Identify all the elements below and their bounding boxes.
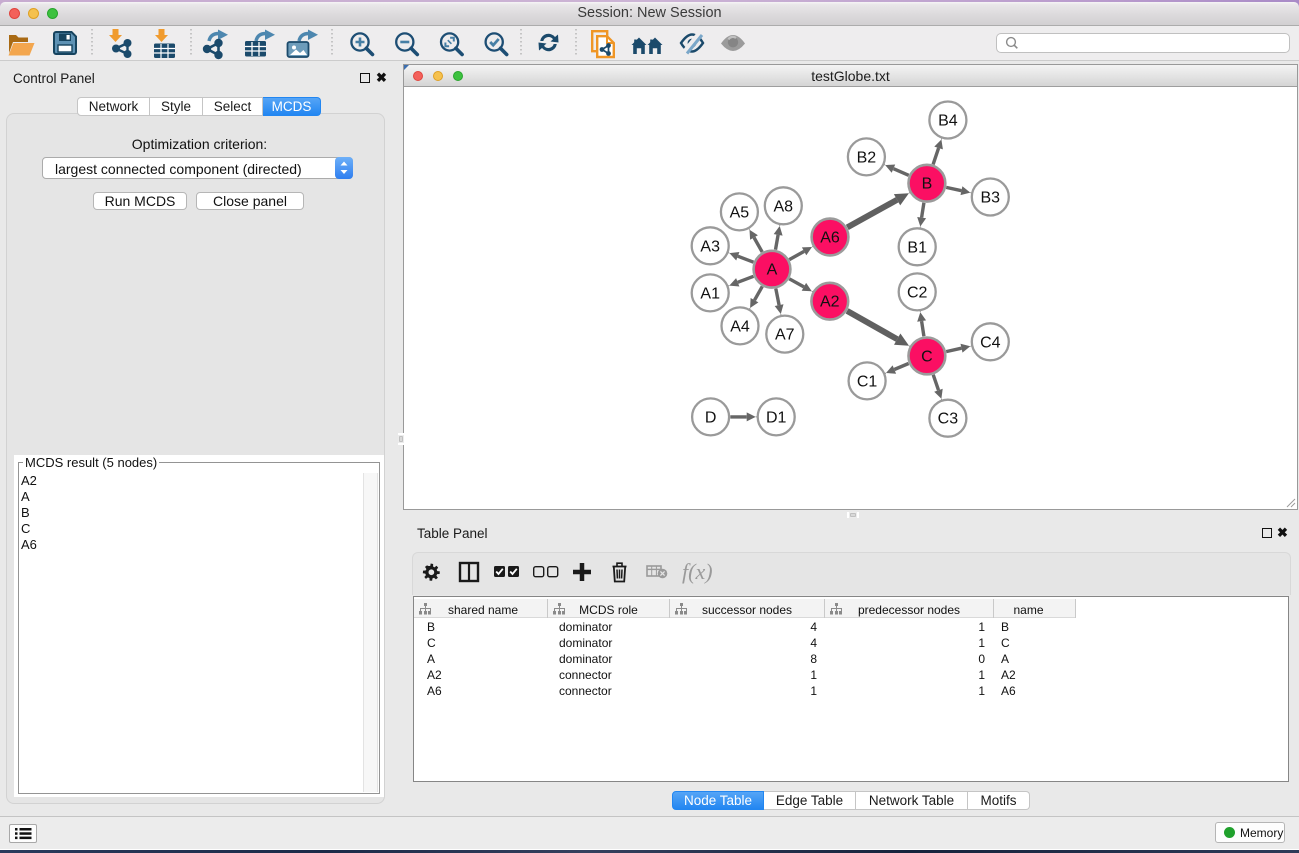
svg-text:A3: A3	[700, 238, 720, 255]
svg-text:f(x): f(x)	[682, 559, 713, 584]
svg-text:B3: B3	[981, 190, 1001, 207]
svg-text:A1: A1	[700, 285, 720, 302]
svg-text:B4: B4	[938, 113, 958, 130]
svg-text:B2: B2	[857, 149, 877, 166]
svg-text:B: B	[922, 176, 933, 193]
svg-text:A2: A2	[820, 294, 840, 311]
svg-text:A8: A8	[774, 198, 794, 215]
svg-text:C4: C4	[980, 334, 1001, 351]
svg-text:A7: A7	[775, 327, 795, 344]
svg-text:A4: A4	[730, 318, 750, 335]
svg-text:A6: A6	[820, 230, 840, 247]
svg-text:C3: C3	[938, 411, 959, 428]
svg-text:A5: A5	[730, 204, 750, 221]
svg-text:A: A	[767, 262, 778, 279]
svg-text:C: C	[921, 348, 933, 365]
svg-text:D: D	[705, 409, 717, 426]
svg-text:C2: C2	[907, 284, 928, 301]
svg-text:D1: D1	[766, 409, 787, 426]
svg-text:B1: B1	[907, 239, 927, 256]
svg-text:C1: C1	[857, 373, 878, 390]
